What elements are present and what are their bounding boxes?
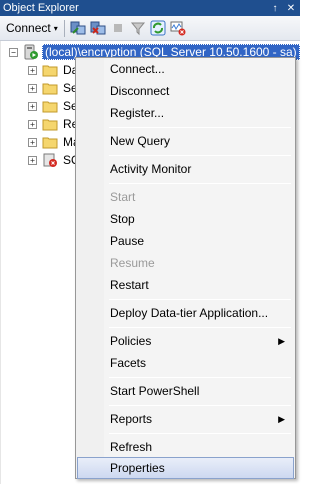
menu-item-start-powershell[interactable]: Start PowerShell xyxy=(78,380,293,402)
server-context-menu: Connect... Disconnect Register... New Qu… xyxy=(75,57,296,479)
menu-item-label: Start PowerShell xyxy=(110,384,200,398)
submenu-arrow-icon: ▶ xyxy=(278,413,285,424)
collapse-icon[interactable]: − xyxy=(9,47,18,57)
pin-icon[interactable]: ↑ xyxy=(268,1,282,15)
connect-object-explorer-icon[interactable] xyxy=(69,19,88,38)
stop-icon[interactable] xyxy=(109,19,128,38)
menu-item-policies[interactable]: Policies ▶ xyxy=(78,330,293,352)
window-title: Object Explorer xyxy=(3,2,79,14)
expand-icon[interactable]: + xyxy=(28,119,37,129)
menu-item-label: Properties xyxy=(110,461,165,475)
menu-separator xyxy=(109,127,291,128)
menu-item-properties[interactable]: Properties xyxy=(77,457,294,479)
tree-node-databases[interactable]: + Da xyxy=(28,61,80,79)
folder-icon xyxy=(42,116,58,132)
menu-item-label: Activity Monitor xyxy=(110,162,192,176)
folder-icon xyxy=(42,62,58,78)
menu-separator xyxy=(109,405,291,406)
menu-item-label: Stop xyxy=(110,212,135,226)
folder-icon xyxy=(42,134,58,150)
server-icon xyxy=(23,44,39,60)
expand-icon[interactable]: + xyxy=(28,83,37,93)
expand-icon[interactable]: + xyxy=(28,137,37,147)
menu-item-label: Resume xyxy=(110,256,155,270)
menu-item-restart[interactable]: Restart xyxy=(78,274,293,296)
tree-node-management[interactable]: + Ma xyxy=(28,133,82,151)
menu-separator xyxy=(109,433,291,434)
menu-item-label: Facets xyxy=(110,356,147,370)
menu-item-label: Register... xyxy=(110,106,165,120)
menu-item-new-query[interactable]: New Query xyxy=(78,130,293,152)
tree-node-replication[interactable]: + Re xyxy=(28,115,80,133)
chevron-down-icon[interactable]: ▾ xyxy=(54,24,58,33)
expand-icon[interactable]: + xyxy=(28,101,37,111)
activity-monitor-icon[interactable] xyxy=(169,19,188,38)
toolbar: Connect ▾ xyxy=(0,16,300,41)
menu-item-label: Deploy Data-tier Application... xyxy=(110,306,269,320)
object-explorer-titlebar: Object Explorer ↑ ✕ xyxy=(0,0,300,16)
menu-separator xyxy=(109,299,291,300)
menu-item-facets[interactable]: Facets xyxy=(78,352,293,374)
tree-node-server-objects[interactable]: + Se xyxy=(28,97,80,115)
menu-item-label: Reports xyxy=(110,412,153,426)
menu-item-reports[interactable]: Reports ▶ xyxy=(78,408,293,430)
menu-item-deploy-data-tier[interactable]: Deploy Data-tier Application... xyxy=(78,302,293,324)
menu-separator xyxy=(109,155,291,156)
connect-button[interactable]: Connect ▾ xyxy=(3,18,61,39)
menu-item-label: Connect... xyxy=(110,62,165,76)
disconnect-icon[interactable] xyxy=(89,19,108,38)
menu-item-activity-monitor[interactable]: Activity Monitor xyxy=(78,158,293,180)
expand-icon[interactable]: + xyxy=(28,65,37,75)
menu-item-stop[interactable]: Stop xyxy=(78,208,293,230)
expand-icon[interactable]: + xyxy=(28,155,37,165)
submenu-arrow-icon: ▶ xyxy=(278,335,285,346)
filter-icon[interactable] xyxy=(129,19,148,38)
connect-button-label: Connect xyxy=(6,21,51,35)
menu-item-start: Start xyxy=(78,186,293,208)
sql-agent-icon xyxy=(42,152,58,168)
menu-separator xyxy=(109,183,291,184)
menu-item-label: New Query xyxy=(110,134,171,148)
menu-separator xyxy=(109,377,291,378)
menu-item-label: Pause xyxy=(110,234,145,248)
menu-item-label: Disconnect xyxy=(110,84,170,98)
tree-node-security[interactable]: + Se xyxy=(28,79,80,97)
refresh-icon[interactable] xyxy=(149,19,168,38)
menu-item-connect[interactable]: Connect... xyxy=(78,58,293,80)
folder-icon xyxy=(42,98,58,114)
folder-icon xyxy=(42,80,58,96)
menu-item-label: Policies xyxy=(110,334,152,348)
menu-item-label: Start xyxy=(110,190,136,204)
menu-item-label: Refresh xyxy=(110,440,153,454)
menu-item-disconnect[interactable]: Disconnect xyxy=(78,80,293,102)
close-icon[interactable]: ✕ xyxy=(284,1,298,15)
menu-item-register[interactable]: Register... xyxy=(78,102,293,124)
menu-separator xyxy=(109,327,291,328)
menu-item-refresh[interactable]: Refresh xyxy=(78,436,293,458)
menu-item-resume: Resume xyxy=(78,252,293,274)
menu-item-label: Restart xyxy=(110,278,149,292)
menu-item-pause[interactable]: Pause xyxy=(78,230,293,252)
toolbar-separator xyxy=(63,19,65,37)
